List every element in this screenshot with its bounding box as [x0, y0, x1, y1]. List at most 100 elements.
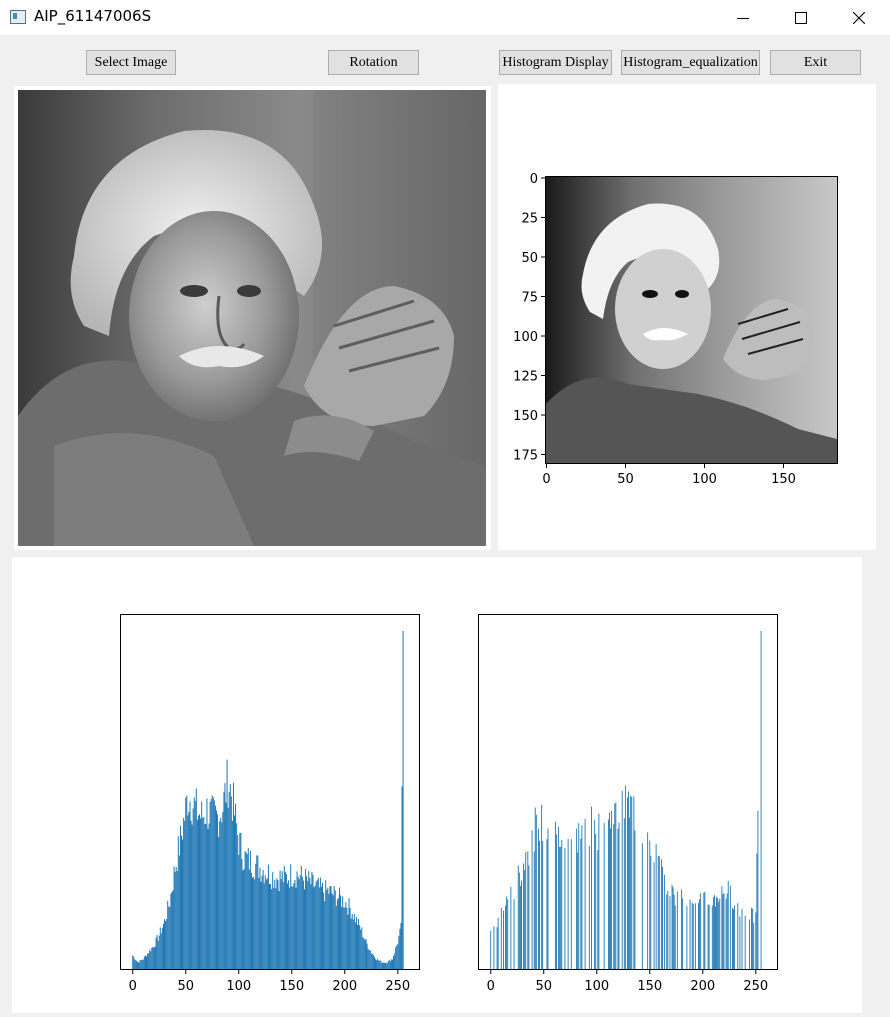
histogram-panel: 0 50 100 150 200 250 0 50 100 150 200 250 [12, 557, 862, 1013]
histogram-bar [660, 859, 662, 969]
histogram-bar [531, 830, 533, 969]
histogram-bar [367, 948, 369, 969]
histogram-bar [615, 802, 617, 969]
histogram-bar [560, 846, 562, 969]
histogram-bar [165, 921, 167, 969]
histogram-bar [490, 930, 492, 969]
histogram-bar [741, 908, 743, 969]
histogram-bar [633, 796, 635, 969]
histogram-bar [280, 879, 282, 969]
histogram-bar [611, 810, 613, 969]
histogram-bar [657, 855, 659, 969]
histogram-bar [197, 815, 199, 969]
histogram-bar [734, 905, 736, 969]
histogram-bar [305, 869, 307, 969]
histogram-bar [156, 935, 158, 969]
histogram-bar [340, 895, 342, 969]
histogram-bar [547, 828, 549, 969]
histogram-bar [722, 894, 724, 969]
select-image-button[interactable]: Select Image [86, 50, 176, 75]
x-tick-label: 250 [385, 979, 410, 994]
histogram-bar [363, 938, 365, 969]
histogram-bar [350, 918, 352, 969]
histogram-bar [757, 810, 759, 969]
histogram-bar [399, 928, 401, 969]
histogram-bar [708, 904, 710, 969]
y-tick-label: 75 [521, 291, 538, 306]
histogram-bar [384, 962, 386, 969]
histogram-bar [178, 855, 180, 969]
histogram-bar [219, 821, 221, 969]
histogram-bar [192, 808, 194, 969]
histogram-bar [270, 883, 272, 969]
histogram-bar [614, 803, 616, 969]
rotation-button[interactable]: Rotation [328, 50, 419, 75]
histogram-bar [733, 909, 734, 969]
histogram-bar [312, 874, 314, 969]
histogram-bar [377, 958, 379, 969]
histogram-bar [146, 956, 148, 969]
histogram-bar [210, 799, 212, 969]
histogram-bar [293, 883, 295, 969]
histogram-bar [140, 959, 142, 969]
histogram-bar [535, 814, 537, 969]
histogram-bar [349, 907, 351, 969]
histogram-bar [513, 899, 515, 969]
histogram-bar [223, 791, 225, 969]
exit-button[interactable]: Exit [770, 50, 861, 75]
histogram-bar [306, 876, 308, 969]
histogram-bar [597, 850, 599, 969]
maximize-button[interactable] [772, 0, 830, 35]
histogram-display-button[interactable]: Histogram Display [499, 50, 612, 75]
histogram-bar [737, 903, 739, 969]
histogram-bar [182, 839, 184, 969]
histogram-bar [179, 825, 181, 969]
histogram-bar [209, 801, 211, 969]
histogram-bar [308, 871, 310, 969]
histogram-bar [266, 878, 268, 969]
histogram-bar [275, 888, 277, 969]
histogram-bar [345, 902, 347, 969]
histogram-bar [337, 898, 339, 969]
histogram-bar [189, 801, 191, 969]
minimize-button[interactable] [714, 0, 772, 35]
histogram-bar [134, 959, 136, 969]
histogram-bar [692, 903, 694, 969]
histogram-bar [344, 907, 346, 969]
histogram-bar [186, 795, 188, 969]
histogram-bar [375, 959, 377, 969]
histogram-bar [243, 869, 245, 969]
histogram-bar [719, 898, 721, 969]
histogram-bar [228, 791, 230, 969]
histogram-bar [624, 785, 626, 969]
histogram-bar [537, 828, 539, 969]
histogram-bar [500, 907, 502, 969]
histogram-original: 0 50 100 150 200 250 [120, 614, 420, 994]
histogram-bar [598, 813, 600, 969]
histogram-bar [335, 905, 337, 969]
histogram-bar [576, 828, 578, 969]
histogram-bar [278, 891, 280, 969]
histogram-bar [297, 876, 299, 969]
histogram-bar [366, 943, 368, 969]
histogram-bar [379, 960, 381, 969]
histogram-bar [725, 898, 727, 969]
histogram-bar [691, 902, 693, 969]
histogram-bar [241, 859, 243, 969]
histogram-bar [200, 818, 202, 969]
x-tick-label: 150 [637, 979, 662, 994]
maximize-icon [795, 11, 807, 24]
close-button[interactable] [830, 0, 888, 35]
histogram-bar [524, 870, 526, 969]
histogram-bar [527, 851, 529, 969]
x-tick-label: 100 [226, 979, 251, 994]
histogram-equalization-button[interactable]: Histogram_equalization [621, 50, 760, 75]
histogram-bar [289, 887, 291, 969]
x-tick-label: 200 [690, 979, 715, 994]
histogram-bar [139, 959, 141, 969]
histogram-bar [234, 815, 236, 969]
histogram-bar [727, 880, 729, 969]
histogram-bar [729, 885, 731, 969]
histogram-bar [252, 877, 254, 969]
histogram-bar [393, 956, 395, 969]
